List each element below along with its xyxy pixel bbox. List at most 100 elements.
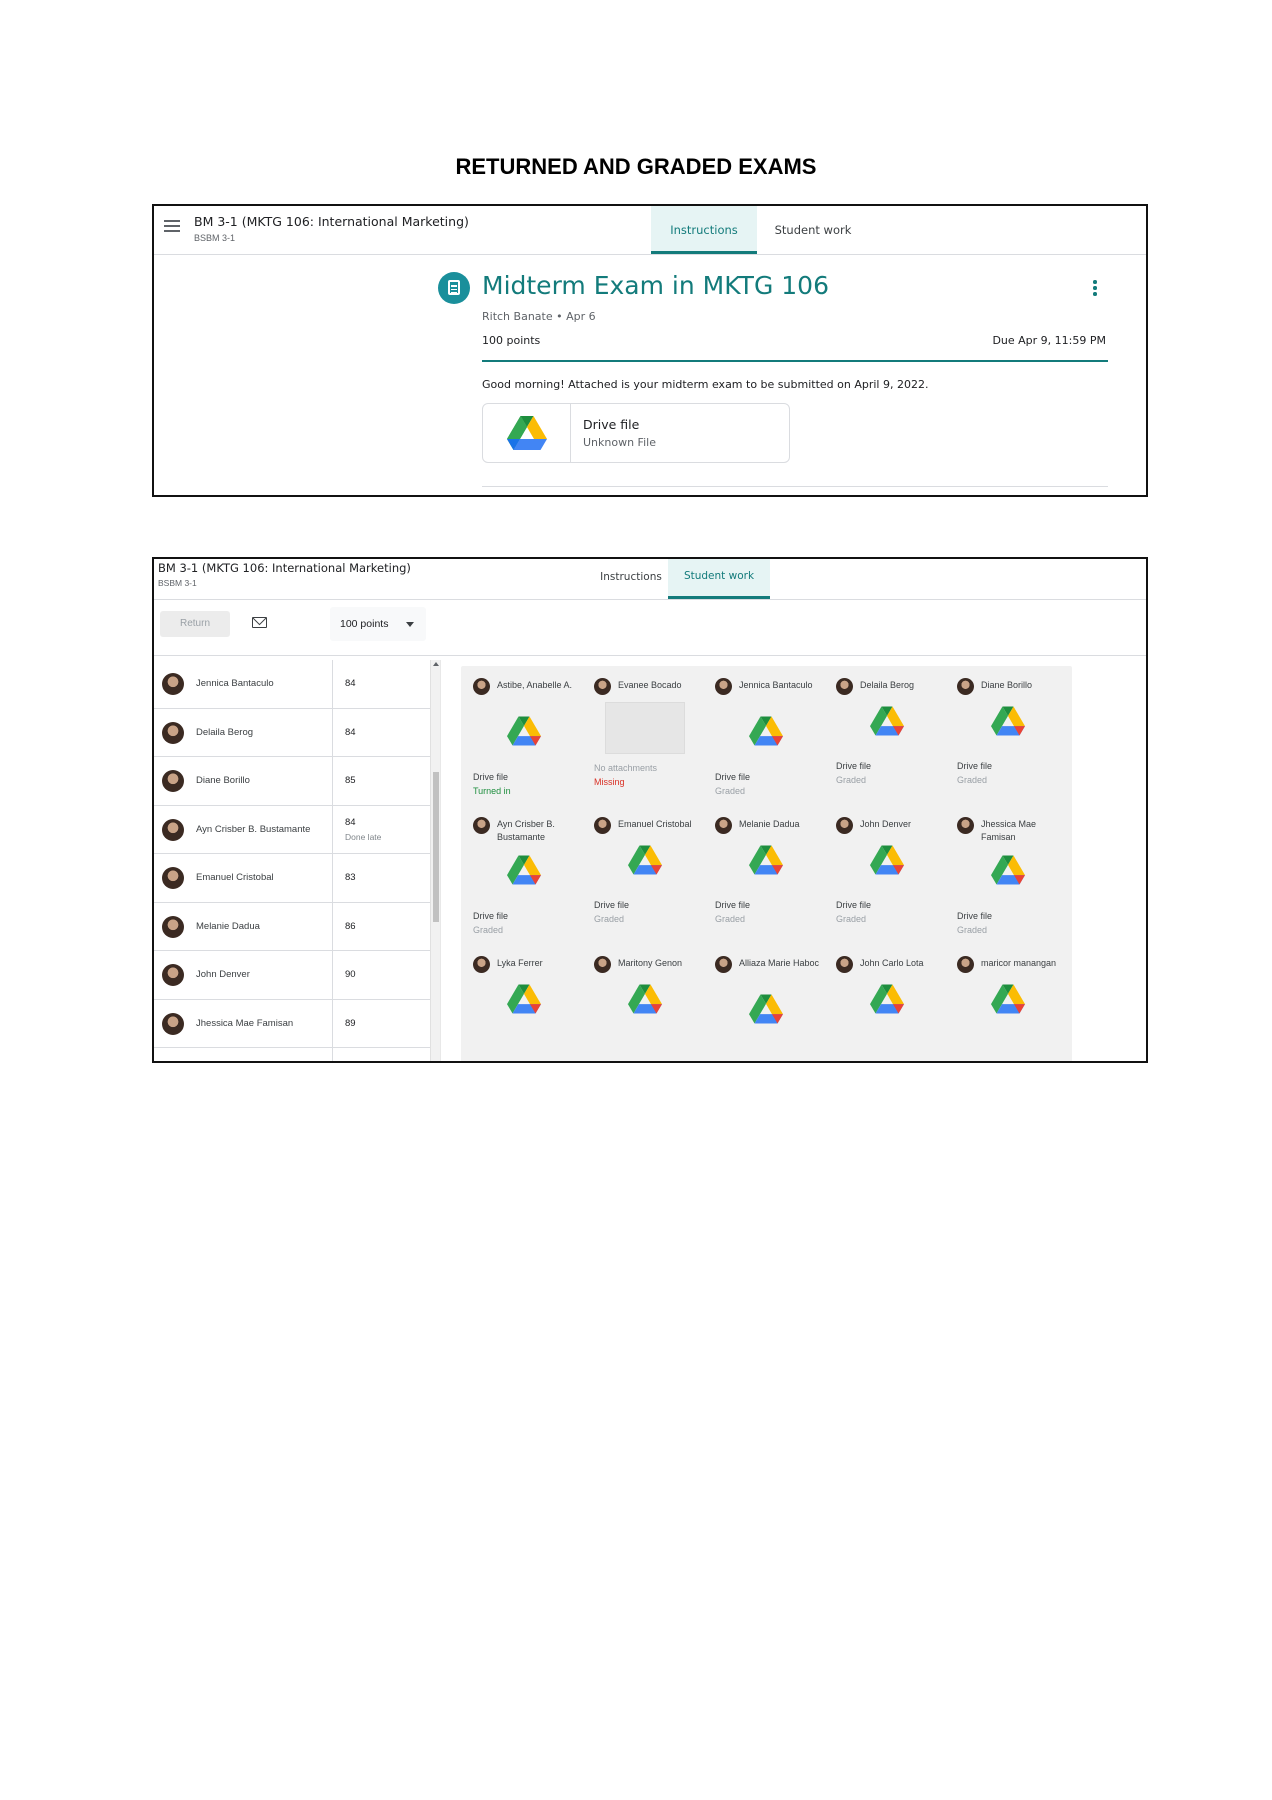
submission-card[interactable]: John Denver Drive file Graded bbox=[824, 805, 951, 952]
avatar bbox=[162, 818, 184, 841]
submission-card[interactable]: Jennica Bantaculo Drive file Graded bbox=[703, 666, 830, 813]
avatar bbox=[594, 956, 611, 973]
status-label: Graded bbox=[715, 786, 746, 796]
grade-cell[interactable] bbox=[332, 1048, 430, 1061]
divider bbox=[440, 660, 441, 1061]
google-drive-icon bbox=[991, 706, 1025, 736]
submission-card[interactable]: Delaila Berog Drive file Graded bbox=[824, 666, 951, 813]
grade-value[interactable]: 84 bbox=[345, 817, 356, 828]
status-label: Graded bbox=[594, 914, 625, 924]
status-label: Missing bbox=[594, 777, 625, 787]
status-label: Graded bbox=[473, 925, 504, 935]
submission-card[interactable]: Diane Borillo Drive file Graded bbox=[945, 666, 1072, 813]
student-row[interactable] bbox=[154, 1048, 430, 1061]
google-drive-icon bbox=[507, 855, 541, 885]
submission-card[interactable]: Melanie Dadua Drive file Graded bbox=[703, 805, 830, 952]
attachment-type: Drive file bbox=[715, 772, 751, 782]
grade-cell[interactable]: 86 bbox=[332, 902, 430, 950]
grade-cell[interactable]: 90 bbox=[332, 951, 430, 999]
return-button[interactable]: Return bbox=[160, 611, 230, 637]
mail-icon[interactable] bbox=[252, 617, 267, 628]
student-name: Ayn Crisber B. Bustamante bbox=[497, 819, 555, 842]
grade-cell[interactable]: 84 bbox=[332, 708, 430, 756]
submission-card[interactable]: Alliaza Marie Haboc bbox=[703, 944, 830, 1061]
student-name: Delaila Berog bbox=[860, 680, 915, 690]
submission-card[interactable]: maricor manangan bbox=[945, 944, 1072, 1061]
attachment-type: Drive file bbox=[957, 761, 993, 771]
avatar bbox=[162, 721, 184, 744]
student-name: John Denver bbox=[860, 819, 912, 829]
student-row[interactable]: Delaila Berog 84 bbox=[154, 708, 430, 757]
dropdown-caret-icon bbox=[406, 622, 414, 627]
submission-card[interactable]: Evanee Bocado No attachments Missing bbox=[582, 666, 709, 813]
avatar bbox=[473, 678, 490, 695]
scroll-up-arrow-icon[interactable] bbox=[433, 662, 439, 666]
student-row[interactable]: Jhessica Mae Famisan 89 bbox=[154, 999, 430, 1048]
student-row[interactable]: Ayn Crisber B. Bustamante 84 Done late bbox=[154, 805, 430, 854]
google-drive-icon bbox=[991, 855, 1025, 885]
submission-card[interactable]: John Carlo Lota bbox=[824, 944, 951, 1061]
grade-value[interactable]: 86 bbox=[345, 921, 356, 932]
status-label: Turned in bbox=[473, 786, 511, 796]
scrollbar[interactable] bbox=[430, 660, 440, 1061]
submission-card[interactable]: Emanuel Cristobal Drive file Graded bbox=[582, 805, 709, 952]
tab-instructions[interactable]: Instructions bbox=[651, 206, 757, 254]
grade-value[interactable]: 83 bbox=[345, 872, 356, 883]
submission-card[interactable]: Jhessica Mae Famisan Drive file Graded bbox=[945, 805, 1072, 952]
more-options-icon[interactable] bbox=[1093, 280, 1097, 296]
attachment-name: Drive file bbox=[583, 417, 640, 432]
submission-card[interactable]: Lyka Ferrer bbox=[461, 944, 588, 1061]
screenshot-student-work: BM 3-1 (MKTG 106: International Marketin… bbox=[152, 557, 1148, 1063]
submission-card[interactable]: Astibe, Anabelle A. Drive file Turned in bbox=[461, 666, 588, 813]
student-name: Ayn Crisber B. Bustamante bbox=[196, 823, 311, 835]
class-title[interactable]: BM 3-1 (MKTG 106: International Marketin… bbox=[194, 214, 469, 229]
class-title[interactable]: BM 3-1 (MKTG 106: International Marketin… bbox=[158, 561, 411, 575]
student-name: Lyka Ferrer bbox=[497, 958, 543, 968]
grade-value[interactable]: 84 bbox=[345, 678, 356, 689]
grade-cell[interactable]: 89 bbox=[332, 999, 430, 1047]
avatar bbox=[957, 956, 974, 973]
google-drive-icon bbox=[870, 845, 904, 875]
points-dropdown[interactable]: 100 points bbox=[330, 607, 426, 641]
hamburger-menu-icon[interactable] bbox=[164, 220, 180, 232]
google-drive-icon bbox=[628, 845, 662, 875]
submission-card[interactable]: Maritony Genon bbox=[582, 944, 709, 1061]
grade-cell[interactable]: 85 bbox=[332, 757, 430, 805]
student-name: Evanee Bocado bbox=[618, 680, 682, 690]
tab-student-work[interactable]: Student work bbox=[668, 559, 770, 599]
grade-cell[interactable]: 83 bbox=[332, 854, 430, 902]
student-row[interactable]: Jennica Bantaculo 84 bbox=[154, 660, 430, 709]
assignment-title: Midterm Exam in MKTG 106 bbox=[482, 271, 829, 300]
points-dropdown-value: 100 points bbox=[340, 618, 389, 630]
student-row[interactable]: Melanie Dadua 86 bbox=[154, 902, 430, 951]
drive-attachment-card[interactable]: Drive file Unknown File bbox=[482, 403, 790, 463]
grade-cell[interactable]: 84 Done late bbox=[332, 805, 430, 853]
google-drive-icon bbox=[628, 984, 662, 1014]
drive-thumbnail bbox=[749, 845, 783, 875]
attachment-type: Drive file bbox=[957, 911, 993, 921]
student-row[interactable]: Emanuel Cristobal 83 bbox=[154, 854, 430, 903]
tab-student-work[interactable]: Student work bbox=[757, 206, 869, 254]
student-row[interactable]: John Denver 90 bbox=[154, 951, 430, 1000]
assignment-points: 100 points bbox=[482, 334, 541, 347]
student-name: Jennica Bantaculo bbox=[196, 678, 274, 689]
student-name: Astibe, Anabelle A. bbox=[497, 680, 573, 690]
grade-value[interactable]: 84 bbox=[345, 727, 356, 738]
scrollbar-thumb[interactable] bbox=[433, 772, 439, 922]
avatar bbox=[473, 817, 490, 834]
avatar bbox=[715, 678, 732, 695]
divider bbox=[482, 360, 1108, 362]
submission-card[interactable]: Ayn Crisber B. Bustamante Drive file Grade… bbox=[461, 805, 588, 952]
student-row[interactable]: Diane Borillo 85 bbox=[154, 757, 430, 806]
google-drive-icon bbox=[991, 984, 1025, 1014]
grade-cell[interactable]: 84 bbox=[332, 660, 430, 708]
student-name: Melanie Dadua bbox=[739, 819, 800, 829]
class-section: BSBM 3-1 bbox=[194, 233, 236, 243]
grade-value[interactable]: 90 bbox=[345, 969, 356, 980]
grade-value[interactable]: 89 bbox=[345, 1018, 356, 1029]
avatar bbox=[836, 678, 853, 695]
grade-value[interactable]: 85 bbox=[345, 775, 356, 786]
student-name: Delaila Berog bbox=[196, 726, 254, 738]
drive-thumbnail bbox=[991, 855, 1025, 885]
attachment-type: Drive file bbox=[594, 900, 630, 910]
